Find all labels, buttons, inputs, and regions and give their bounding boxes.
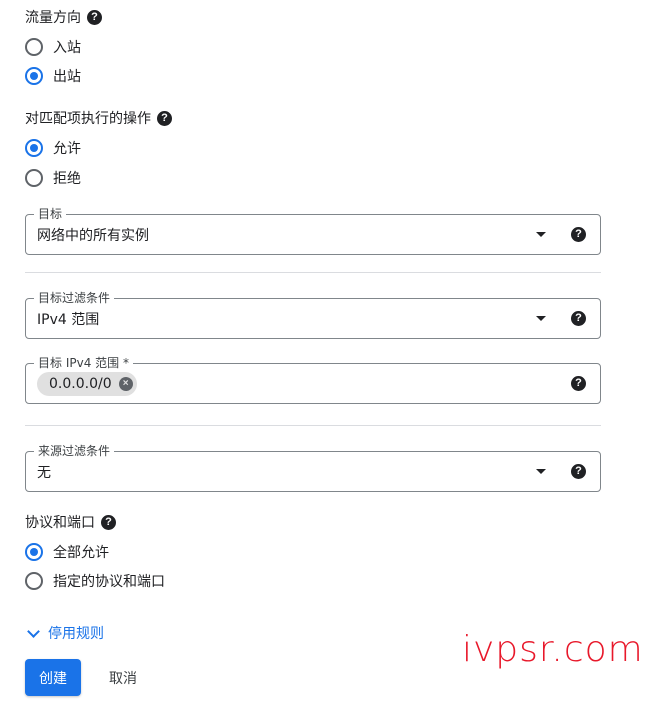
divider xyxy=(25,425,601,426)
target-ipv4-ranges-legend: 目标 IPv4 范围 * xyxy=(34,355,133,371)
radio-ingress-label: 入站 xyxy=(53,40,81,56)
radio-button[interactable] xyxy=(25,38,43,56)
target-ipv4-ranges-input[interactable]: 目标 IPv4 范围 * 0.0.0.0/0 × ? xyxy=(25,355,601,404)
radio-button-checked[interactable] xyxy=(25,139,43,157)
dropdown-arrow-icon[interactable] xyxy=(536,469,546,474)
watermark: ivpsr.com xyxy=(462,629,644,670)
source-filter-legend: 来源过滤条件 xyxy=(34,443,115,459)
create-button[interactable]: 创建 xyxy=(25,659,81,696)
radio-allow-all-label: 全部允许 xyxy=(53,545,109,561)
help-icon[interactable]: ? xyxy=(571,464,586,479)
radio-button[interactable] xyxy=(25,169,43,187)
traffic-direction-heading: 流量方向 ? xyxy=(25,7,102,27)
radio-egress-label: 出站 xyxy=(53,69,81,85)
protocols-ports-heading: 协议和端口 ? xyxy=(25,512,116,532)
cancel-button[interactable]: 取消 xyxy=(94,659,152,696)
radio-button-checked[interactable] xyxy=(25,67,43,85)
chevron-down-icon xyxy=(27,624,40,638)
action-on-match-heading: 对匹配项执行的操作 ? xyxy=(25,108,172,128)
radio-allow[interactable]: 允许 xyxy=(25,137,81,159)
ip-range-chip: 0.0.0.0/0 × xyxy=(37,372,137,396)
help-icon[interactable]: ? xyxy=(87,9,102,25)
target-legend: 目标 xyxy=(34,206,67,222)
dropdown-arrow-icon[interactable] xyxy=(536,316,546,321)
radio-allow-label: 允许 xyxy=(53,141,81,157)
radio-ingress[interactable]: 入站 xyxy=(25,36,81,58)
target-filter-select[interactable]: 目标过滤条件 IPv4 范围 ? xyxy=(25,290,601,339)
source-filter-value: 无 xyxy=(37,465,51,481)
radio-deny-label: 拒绝 xyxy=(53,171,81,187)
help-icon[interactable]: ? xyxy=(101,514,116,530)
help-icon[interactable]: ? xyxy=(571,311,586,326)
radio-allow-all[interactable]: 全部允许 xyxy=(25,541,109,563)
radio-button[interactable] xyxy=(25,572,43,590)
help-icon[interactable]: ? xyxy=(571,376,586,391)
divider xyxy=(25,272,601,273)
target-value: 网络中的所有实例 xyxy=(37,228,149,244)
help-icon[interactable]: ? xyxy=(571,227,586,242)
radio-specified-protocols[interactable]: 指定的协议和端口 xyxy=(25,570,165,592)
source-filter-select[interactable]: 来源过滤条件 无 ? xyxy=(25,443,601,492)
dropdown-arrow-icon[interactable] xyxy=(536,232,546,237)
radio-button-checked[interactable] xyxy=(25,543,43,561)
ip-range-chip-label: 0.0.0.0/0 xyxy=(49,376,112,392)
radio-deny[interactable]: 拒绝 xyxy=(25,167,81,189)
remove-chip-icon[interactable]: × xyxy=(118,377,133,391)
traffic-direction-label: 流量方向 xyxy=(25,10,81,26)
target-filter-legend: 目标过滤条件 xyxy=(34,290,115,306)
disable-rule-expander[interactable]: 停用规则 xyxy=(25,622,104,644)
disable-rule-label: 停用规则 xyxy=(48,626,104,642)
target-filter-value: IPv4 范围 xyxy=(37,312,100,328)
help-icon[interactable]: ? xyxy=(157,110,172,126)
radio-egress[interactable]: 出站 xyxy=(25,65,81,87)
radio-specified-protocols-label: 指定的协议和端口 xyxy=(53,574,165,590)
protocols-ports-label: 协议和端口 xyxy=(25,515,95,531)
target-select[interactable]: 目标 网络中的所有实例 ? xyxy=(25,206,601,255)
action-on-match-label: 对匹配项执行的操作 xyxy=(25,111,151,127)
